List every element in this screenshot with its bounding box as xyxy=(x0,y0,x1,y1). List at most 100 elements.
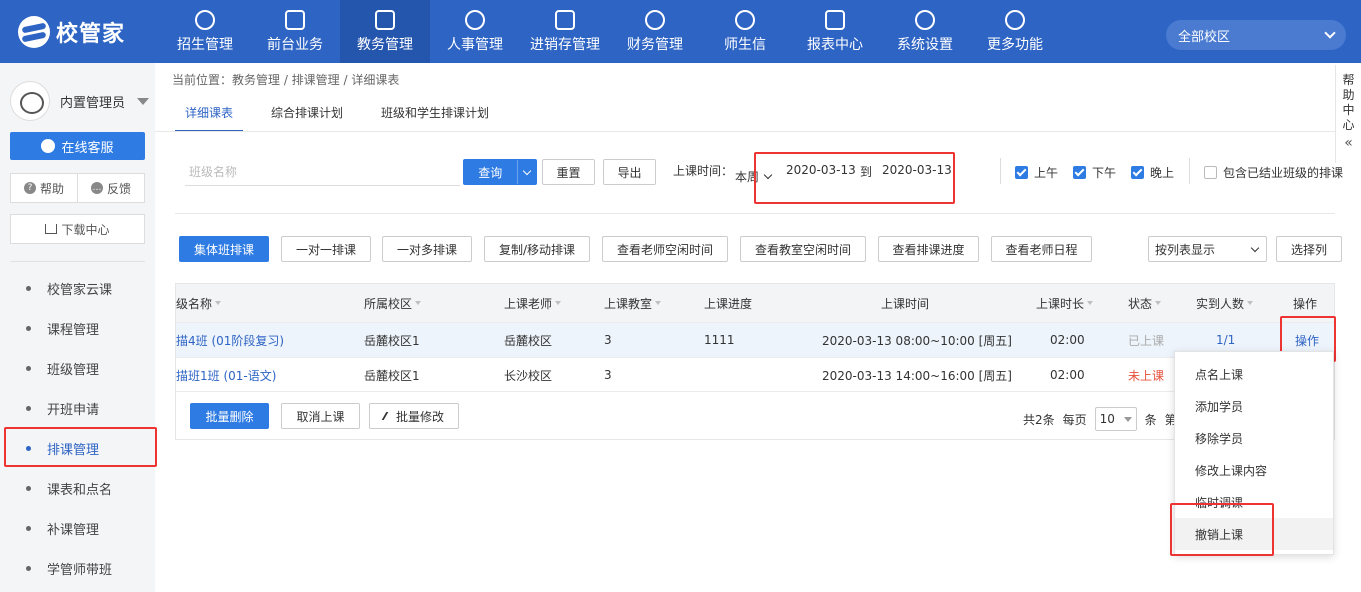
header-class-name[interactable]: 级名称 xyxy=(176,284,222,322)
teacher-calendar-button[interactable]: 查看老师日程 xyxy=(991,236,1092,262)
nav-label: 进销存管理 xyxy=(530,36,600,53)
bullet-icon xyxy=(26,325,31,331)
nav-item-academic[interactable]: 教务管理 xyxy=(340,0,430,63)
group-class-schedule-button[interactable]: 集体班排课 xyxy=(179,236,269,262)
nav-label: 师生信 xyxy=(724,36,766,53)
bullet-icon xyxy=(26,405,31,411)
class-name-link[interactable]: 描班1班 (01-语文) xyxy=(176,358,276,392)
nav-item-messages[interactable]: 师生信 xyxy=(700,0,790,63)
sidebar-item-classes[interactable]: 班级管理 xyxy=(0,348,155,388)
campus-select[interactable]: 全部校区 xyxy=(1166,20,1346,50)
download-label: 下载中心 xyxy=(61,222,110,237)
query-dropdown-toggle[interactable] xyxy=(516,160,536,184)
view-mode-select[interactable]: 按列表显示 xyxy=(1148,236,1267,262)
one-to-one-schedule-button[interactable]: 一对一排课 xyxy=(281,236,371,262)
pagination: 共2条 每页 10 条 第 xyxy=(1023,407,1177,431)
teacher-free-time-button[interactable]: 查看老师空闲时间 xyxy=(602,236,728,262)
cancel-class-button[interactable]: 取消上课 xyxy=(281,403,360,429)
header-progress: 上课进度 xyxy=(704,296,753,311)
nav-item-hr[interactable]: 人事管理 xyxy=(430,0,520,63)
copy-move-schedule-button[interactable]: 复制/移动排课 xyxy=(484,236,590,262)
header-teacher[interactable]: 上课老师 xyxy=(504,284,562,322)
divider xyxy=(175,213,1335,214)
page-size-value: 10 xyxy=(1099,412,1115,426)
header-duration[interactable]: 上课时长 xyxy=(1036,284,1094,322)
cell-teacher: 岳麓校区 xyxy=(504,333,553,348)
header-room[interactable]: 上课教室 xyxy=(604,284,662,322)
sort-icon xyxy=(1155,301,1162,305)
view-mode-value: 按列表显示 xyxy=(1155,242,1216,257)
bullet-icon xyxy=(26,525,31,531)
morning-checkbox[interactable]: 上午 xyxy=(1015,164,1058,181)
sort-icon xyxy=(415,301,422,305)
help-button[interactable]: ? 帮助 xyxy=(11,174,77,202)
page-size-select[interactable]: 10 xyxy=(1094,407,1137,431)
header-campus[interactable]: 所属校区 xyxy=(364,284,422,322)
table-header: 级名称 所属校区 上课老师 上课教室 上课进度 上课时间 上课时长 状态 实到人… xyxy=(176,284,1334,322)
page-size-unit: 条 xyxy=(1144,412,1157,427)
class-name-link[interactable]: 描4班 (01阶段复习) xyxy=(176,323,284,357)
header-label: 所属校区 xyxy=(364,296,413,311)
box-arrow-icon xyxy=(555,9,575,30)
nav-item-front-desk[interactable]: 前台业务 xyxy=(250,0,340,63)
divider xyxy=(10,261,145,262)
nav-item-reports[interactable]: 报表中心 xyxy=(790,0,880,63)
nav-item-enrollment[interactable]: 招生管理 xyxy=(160,0,250,63)
help-center-tab[interactable]: 帮 助 中 心 « xyxy=(1335,65,1361,163)
select-columns-button[interactable]: 选择列 xyxy=(1276,236,1342,262)
gear-icon xyxy=(915,9,935,30)
afternoon-checkbox[interactable]: 下午 xyxy=(1073,164,1116,181)
menu-item-remove-student[interactable]: 移除学员 xyxy=(1175,422,1333,454)
tab-overall-plan[interactable]: 综合排课计划 xyxy=(261,95,353,132)
sidebar-item-class-request[interactable]: 开班申请 xyxy=(0,388,155,428)
nav-item-finance[interactable]: 财务管理 xyxy=(610,0,700,63)
header-attendance[interactable]: 实到人数 xyxy=(1196,284,1254,322)
nav-label: 招生管理 xyxy=(177,36,233,53)
divider xyxy=(155,131,1335,132)
time-label: 上课时间： xyxy=(673,164,734,178)
sidebar-item-label: 开班申请 xyxy=(47,402,100,418)
sidebar-item-makeup[interactable]: 补课管理 xyxy=(0,508,155,548)
sidebar-item-label: 课程管理 xyxy=(47,322,100,338)
user-menu[interactable]: 内置管理员 xyxy=(10,81,150,121)
checkbox-label: 下午 xyxy=(1092,166,1117,180)
caret-down-icon xyxy=(137,97,150,105)
evening-checkbox[interactable]: 晚上 xyxy=(1131,164,1174,181)
logo[interactable]: 校管家 xyxy=(18,15,125,49)
sidebar-item-cloud-class[interactable]: 校管家云课 xyxy=(0,268,155,308)
online-service-button[interactable]: 在线客服 xyxy=(10,132,145,160)
cell-duration: 02:00 xyxy=(1050,333,1085,347)
download-center-button[interactable]: 下载中心 xyxy=(10,214,145,244)
class-name-input[interactable] xyxy=(185,158,460,186)
one-to-many-schedule-button[interactable]: 一对多排课 xyxy=(382,236,472,262)
include-graduated-checkbox[interactable]: 包含已结业班级的排课 xyxy=(1204,164,1343,181)
query-button[interactable]: 查询 xyxy=(463,159,537,185)
nav-item-more[interactable]: 更多功能 xyxy=(970,0,1060,63)
batch-edit-button[interactable]: 批量修改 xyxy=(369,403,459,429)
room-free-time-button[interactable]: 查看教室空闲时间 xyxy=(740,236,866,262)
tab-detailed-timetable[interactable]: 详细课表 xyxy=(175,95,244,132)
checkbox-label: 上午 xyxy=(1034,166,1059,180)
feedback-button[interactable]: … 反馈 xyxy=(77,174,144,202)
reset-button[interactable]: 重置 xyxy=(542,159,595,185)
tab-class-student-plan[interactable]: 班级和学生排课计划 xyxy=(371,95,499,132)
person-icon xyxy=(465,9,485,30)
sidebar-item-label: 学管师带班 xyxy=(47,562,113,578)
batch-delete-button[interactable]: 批量删除 xyxy=(190,403,269,429)
main-nav: 招生管理 前台业务 教务管理 人事管理 进销存管理 财务管理 师生信 报表中心 xyxy=(160,0,1060,63)
sidebar-item-timetable[interactable]: 课表和点名 xyxy=(0,468,155,508)
menu-item-add-student[interactable]: 添加学员 xyxy=(1175,390,1333,422)
sidebar-item-tutor-class[interactable]: 学管师带班 xyxy=(0,548,155,588)
menu-item-edit-content[interactable]: 修改上课内容 xyxy=(1175,454,1333,486)
schedule-progress-button[interactable]: 查看排课进度 xyxy=(878,236,979,262)
nav-label: 前台业务 xyxy=(267,36,323,53)
nav-item-inventory[interactable]: 进销存管理 xyxy=(520,0,610,63)
menu-item-roll-call[interactable]: 点名上课 xyxy=(1175,358,1333,390)
sort-icon xyxy=(1247,301,1254,305)
export-button[interactable]: 导出 xyxy=(603,159,656,185)
sidebar-item-label: 班级管理 xyxy=(47,362,100,378)
header-status[interactable]: 状态 xyxy=(1128,284,1162,322)
nav-item-settings[interactable]: 系统设置 xyxy=(880,0,970,63)
checkbox-checked-icon xyxy=(1131,166,1144,179)
sidebar-item-courses[interactable]: 课程管理 xyxy=(0,308,155,348)
